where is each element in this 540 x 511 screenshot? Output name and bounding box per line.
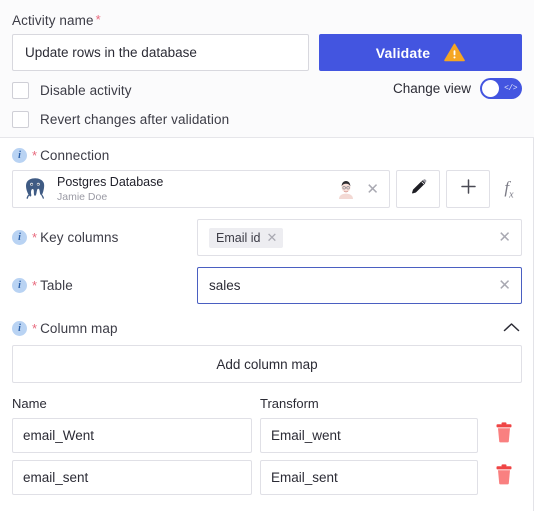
activity-name-label-row: Activity name * xyxy=(12,10,522,30)
pencil-icon xyxy=(409,177,428,201)
column-map-label: Column map xyxy=(40,321,118,336)
settings-body: i * Connection Postgres Database Jamie D… xyxy=(0,138,534,495)
change-view-label: Change view xyxy=(392,81,471,96)
postgres-elephant-icon xyxy=(22,176,48,202)
change-view-control: Change view </> xyxy=(393,78,522,99)
connection-label-row: i * Connection xyxy=(12,148,522,163)
column-header-transform: Transform xyxy=(260,396,319,411)
info-icon[interactable]: i xyxy=(12,148,27,163)
activity-name-input[interactable]: Update rows in the database xyxy=(12,34,309,71)
plus-icon xyxy=(459,177,478,201)
required-marker: * xyxy=(32,147,38,163)
column-map-transform-input[interactable]: Email_sent xyxy=(260,460,478,495)
key-columns-label: Key columns xyxy=(40,230,119,245)
change-view-toggle[interactable]: </> xyxy=(480,78,522,99)
delete-column-map-button[interactable] xyxy=(486,422,522,449)
activity-name-row: Update rows in the database Validate xyxy=(12,34,522,71)
table-input[interactable]: sales ✕ xyxy=(197,267,522,304)
trash-icon xyxy=(494,422,514,449)
key-columns-input[interactable]: Email id ✕ ✕ xyxy=(197,219,522,256)
warning-triangle-icon xyxy=(444,43,466,62)
required-marker: * xyxy=(32,229,38,245)
chip-email-id[interactable]: Email id ✕ xyxy=(209,227,284,248)
key-columns-row: i * Key columns Email id ✕ ✕ xyxy=(12,219,522,256)
connection-row: Postgres Database Jamie Doe ✕ fx xyxy=(12,170,522,208)
column-map-row: email_sent Email_sent xyxy=(12,460,522,495)
column-header-name: Name xyxy=(12,396,47,411)
column-map-table-headers: Name Transform xyxy=(12,396,522,411)
header-section: Activity name * Update rows in the datab… xyxy=(0,0,534,138)
key-columns-label-group: i * Key columns xyxy=(12,230,197,245)
info-icon[interactable]: i xyxy=(12,321,27,336)
revert-changes-checkbox[interactable] xyxy=(12,110,29,128)
column-map-name-value: email_Went xyxy=(23,428,95,443)
connection-name: Postgres Database xyxy=(57,175,164,190)
required-marker: * xyxy=(95,12,101,27)
chip-label: Email id xyxy=(216,230,261,245)
activity-settings-panel: Activity name * Update rows in the datab… xyxy=(0,0,534,511)
connection-label: Connection xyxy=(40,148,110,163)
revert-changes-label: Revert changes after validation xyxy=(40,111,230,127)
column-map-row: email_Went Email_went xyxy=(12,418,522,453)
connection-owner: Jamie Doe xyxy=(57,190,108,203)
info-icon[interactable]: i xyxy=(12,278,27,293)
connection-texts: Postgres Database Jamie Doe xyxy=(57,175,326,202)
edit-connection-button[interactable] xyxy=(396,170,440,208)
activity-name-value: Update rows in the database xyxy=(25,45,197,60)
validate-button[interactable]: Validate xyxy=(319,34,522,71)
clear-table-icon[interactable]: ✕ xyxy=(498,278,511,293)
column-map-transform-value: Email_sent xyxy=(271,470,338,485)
table-value: sales xyxy=(209,278,241,293)
column-map-header: i * Column map xyxy=(12,321,522,336)
revert-changes-row: Revert changes after validation xyxy=(12,109,522,129)
user-avatar-icon xyxy=(335,178,357,200)
table-row: i * Table sales ✕ xyxy=(12,267,522,304)
activity-name-label: Activity name xyxy=(12,12,94,28)
delete-column-map-button[interactable] xyxy=(486,464,522,491)
trash-icon xyxy=(494,464,514,491)
column-map-label-group: i * Column map xyxy=(12,321,503,336)
column-map-transform-input[interactable]: Email_went xyxy=(260,418,478,453)
add-column-map-button[interactable]: Add column map xyxy=(12,345,522,383)
code-icon: </> xyxy=(504,84,517,93)
validate-button-label: Validate xyxy=(375,44,431,61)
connection-selector[interactable]: Postgres Database Jamie Doe ✕ xyxy=(12,170,390,208)
key-columns-chips: Email id ✕ xyxy=(209,227,498,248)
required-marker: * xyxy=(32,320,38,336)
clear-connection-icon[interactable]: ✕ xyxy=(366,182,379,197)
toggle-knob xyxy=(482,80,499,97)
add-column-map-label: Add column map xyxy=(216,356,318,372)
column-map-name-input[interactable]: email_Went xyxy=(12,418,252,453)
column-map-name-input[interactable]: email_sent xyxy=(12,460,252,495)
table-label-group: i * Table xyxy=(12,278,197,293)
required-marker: * xyxy=(32,277,38,293)
column-map-transform-value: Email_went xyxy=(271,428,341,443)
chevron-up-icon[interactable] xyxy=(503,322,522,335)
add-connection-button[interactable] xyxy=(446,170,490,208)
info-icon[interactable]: i xyxy=(12,230,27,245)
chip-remove-icon[interactable]: ✕ xyxy=(266,231,277,244)
disable-activity-label: Disable activity xyxy=(40,82,132,98)
disable-activity-checkbox[interactable] xyxy=(12,81,29,99)
clear-key-columns-icon[interactable]: ✕ xyxy=(498,230,511,245)
fx-button[interactable]: fx xyxy=(496,170,522,208)
fx-icon: fx xyxy=(504,177,514,201)
column-map-name-value: email_sent xyxy=(23,470,89,485)
table-label: Table xyxy=(40,278,73,293)
